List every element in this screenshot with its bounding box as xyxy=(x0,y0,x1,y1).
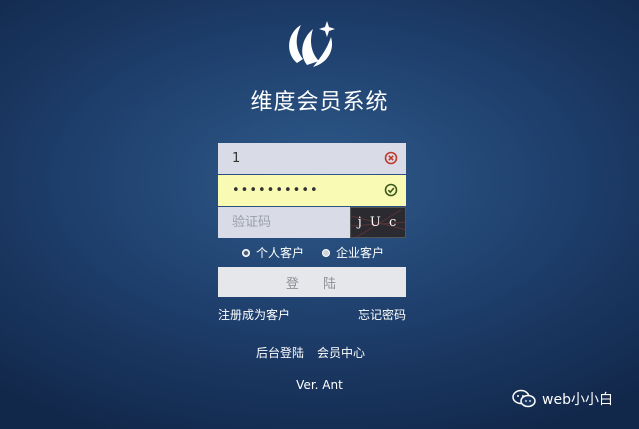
register-link[interactable]: 注册成为客户 xyxy=(218,306,290,323)
customer-type-group: 个人客户 企业客户 xyxy=(242,244,402,261)
brand-logo xyxy=(289,21,335,67)
forgot-password-link[interactable]: 忘记密码 xyxy=(358,306,406,323)
captcha-image[interactable]: j U c n xyxy=(350,207,406,238)
check-success-icon xyxy=(384,183,398,197)
password-field[interactable] xyxy=(218,175,406,206)
admin-login-link[interactable]: 后台登陆 xyxy=(256,344,304,361)
radio-dot-icon xyxy=(322,248,331,257)
radio-enterprise[interactable]: 企业客户 xyxy=(322,244,384,261)
clear-error-icon[interactable] xyxy=(384,151,398,165)
watermark-text: web小小白 xyxy=(542,392,613,408)
radio-personal-label: 个人客户 xyxy=(256,246,305,260)
password-input[interactable] xyxy=(218,175,406,206)
watermark: web小小白 xyxy=(512,389,613,409)
radio-enterprise-label: 企业客户 xyxy=(336,246,385,260)
wechat-icon xyxy=(512,389,536,408)
captcha-field[interactable] xyxy=(218,207,350,238)
app-title: 维度会员系统 xyxy=(250,90,389,115)
username-field[interactable] xyxy=(218,143,406,174)
member-center-link[interactable]: 会员中心 xyxy=(317,344,365,361)
username-input[interactable] xyxy=(218,143,406,174)
radio-dot-icon xyxy=(242,248,250,257)
captcha-input[interactable] xyxy=(218,207,350,238)
login-button[interactable]: 登 陆 xyxy=(218,267,406,297)
radio-personal[interactable]: 个人客户 xyxy=(242,244,304,261)
